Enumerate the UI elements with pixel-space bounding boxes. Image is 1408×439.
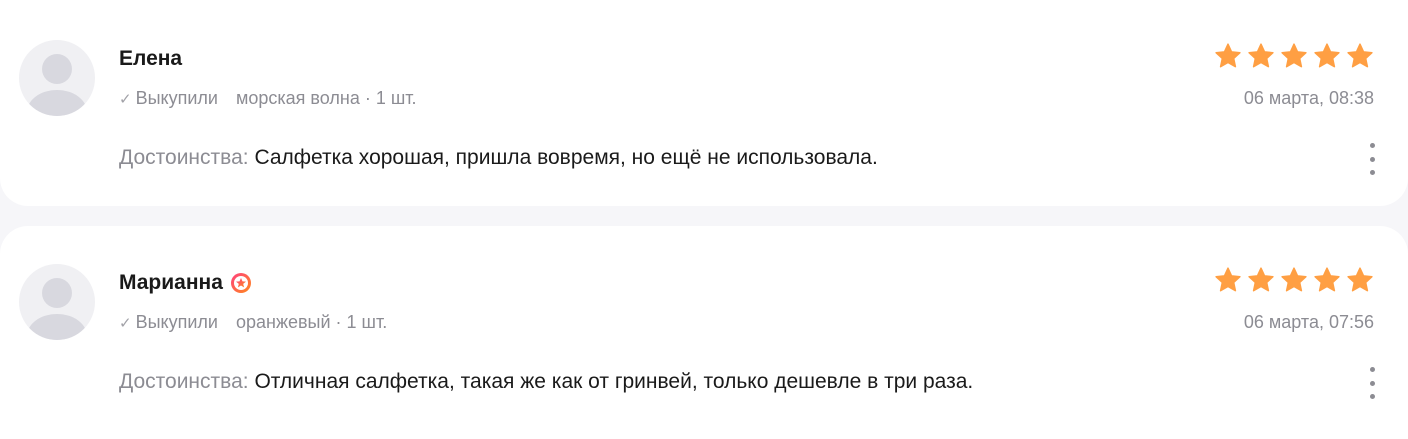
pros-label: Достоинства: [119, 146, 249, 169]
review-card: Елена ✓ Выкупили морская волна · 1 шт. Д… [0, 0, 1408, 206]
author-name: Марианна [119, 271, 252, 295]
author-name: Елена [119, 47, 182, 71]
star-icon [1347, 43, 1373, 68]
author-name-text: Марианна [119, 271, 223, 294]
more-vertical-icon[interactable] [1367, 367, 1377, 399]
author-name-text: Елена [119, 47, 183, 70]
star-icon [1215, 267, 1241, 292]
pros-text: Отличная салфетка, такая же как от гринв… [254, 370, 974, 393]
purchase-status: Выкупили [135, 312, 218, 332]
check-icon: ✓ [119, 314, 132, 332]
avatar [19, 264, 95, 340]
review-text: Достоинства: Салфетка хорошая, пришла во… [119, 146, 878, 170]
avatar-head-shape [42, 54, 72, 84]
review-date: 06 марта, 08:38 [1243, 88, 1374, 108]
avatar-body-shape [27, 314, 87, 340]
product-variant: оранжевый · 1 шт. [235, 312, 388, 332]
product-variant: морская волна · 1 шт. [235, 88, 417, 108]
avatar [19, 40, 95, 116]
star-icon [1215, 43, 1241, 68]
review-card: Марианна ✓ Выкупили оранжевый · 1 шт. До… [0, 226, 1408, 439]
avatar-head-shape [42, 278, 72, 308]
check-icon: ✓ [119, 90, 132, 108]
rating-stars [1214, 266, 1374, 294]
more-vertical-icon[interactable] [1367, 143, 1377, 175]
review-date: 06 марта, 07:56 [1243, 312, 1374, 332]
star-icon [1248, 267, 1274, 292]
star-icon [1314, 43, 1340, 68]
star-badge-icon [230, 273, 251, 293]
star-icon [1347, 267, 1373, 292]
star-icon [1314, 267, 1340, 292]
purchase-status: Выкупили [135, 88, 218, 108]
avatar-body-shape [27, 90, 87, 116]
purchase-meta: ✓ Выкупили морская волна · 1 шт. [119, 88, 417, 109]
star-icon [1248, 43, 1274, 68]
purchase-meta: ✓ Выкупили оранжевый · 1 шт. [119, 312, 387, 333]
pros-text: Салфетка хорошая, пришла вовремя, но ещё… [254, 146, 878, 169]
rating-stars [1214, 42, 1374, 70]
pros-label: Достоинства: [119, 370, 249, 393]
star-icon [1281, 43, 1307, 68]
star-icon [1281, 267, 1307, 292]
review-text: Достоинства: Отличная салфетка, такая же… [119, 370, 973, 394]
